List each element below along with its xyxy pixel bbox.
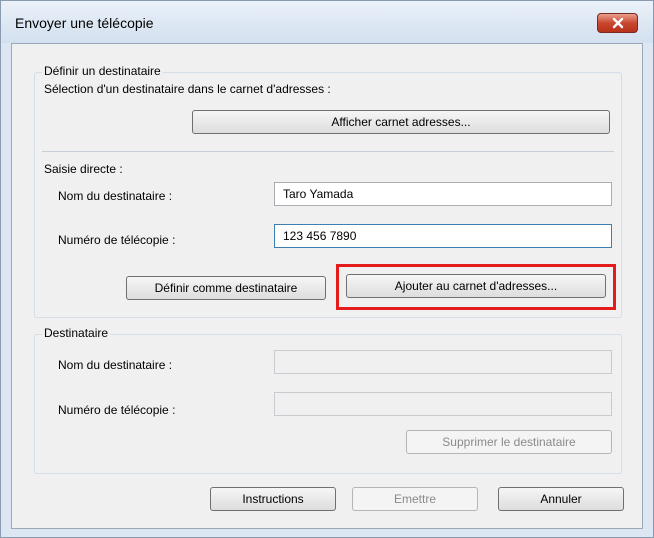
recipient-group-label: Destinataire xyxy=(42,326,111,340)
direct-entry-label: Saisie directe : xyxy=(44,162,123,176)
add-to-addressbook-button[interactable]: Ajouter au carnet d'adresses... xyxy=(346,274,606,298)
recipient-name-label: Nom du destinataire : xyxy=(58,189,173,203)
define-recipient-group-label: Définir un destinataire xyxy=(42,64,163,78)
addressbook-caption: Sélection d'un destinataire dans le carn… xyxy=(44,82,331,96)
send-button[interactable]: Emettre xyxy=(352,487,478,511)
set-as-recipient-button[interactable]: Définir comme destinataire xyxy=(126,276,326,300)
dialog-content: Définir un destinataire Sélection d'un d… xyxy=(11,43,643,529)
cancel-button[interactable]: Annuler xyxy=(498,487,624,511)
close-icon xyxy=(612,17,623,29)
title-bar[interactable]: Envoyer une télécopie xyxy=(1,1,653,43)
fax-number-label-readonly: Numéro de télécopie : xyxy=(58,403,176,417)
recipient-name-label-readonly: Nom du destinataire : xyxy=(58,358,173,372)
close-button[interactable] xyxy=(597,13,638,33)
delete-recipient-button[interactable]: Supprimer le destinataire xyxy=(406,430,612,454)
fax-number-display xyxy=(274,392,612,416)
recipient-name-display xyxy=(274,350,612,374)
instructions-button[interactable]: Instructions xyxy=(210,487,336,511)
send-fax-dialog: Envoyer une télécopie Définir un destina… xyxy=(0,0,654,538)
show-addressbook-button[interactable]: Afficher carnet adresses... xyxy=(192,110,610,134)
fax-number-label: Numéro de télécopie : xyxy=(58,233,176,247)
window-title: Envoyer une télécopie xyxy=(15,15,154,31)
fax-number-input[interactable] xyxy=(274,224,612,248)
section-separator xyxy=(42,151,614,152)
recipient-name-input[interactable] xyxy=(274,182,612,206)
